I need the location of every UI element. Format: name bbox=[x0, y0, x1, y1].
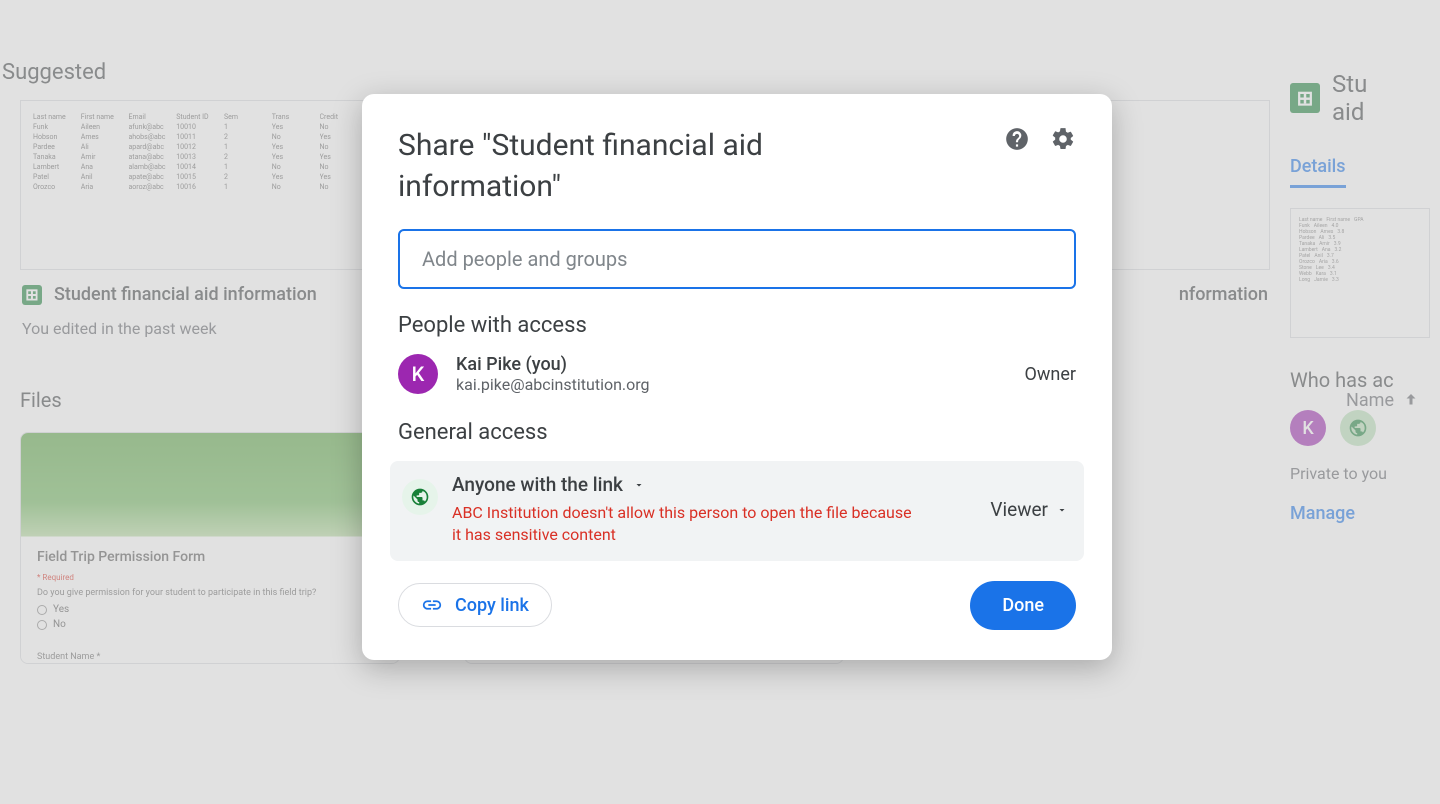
permission-value: Viewer bbox=[990, 498, 1048, 521]
globe-icon bbox=[402, 479, 438, 515]
done-button[interactable]: Done bbox=[970, 581, 1076, 630]
person-name: Kai Pike (you) bbox=[456, 354, 1025, 375]
general-access-value: Anyone with the link bbox=[452, 473, 623, 496]
general-access-heading: General access bbox=[398, 420, 1076, 445]
gear-icon[interactable] bbox=[1050, 126, 1076, 152]
chevron-down-icon bbox=[1056, 504, 1068, 516]
people-with-access-heading: People with access bbox=[398, 313, 1076, 338]
general-access-row: Anyone with the link ABC Institution doe… bbox=[390, 461, 1084, 561]
copy-link-label: Copy link bbox=[455, 595, 529, 616]
link-icon bbox=[421, 594, 443, 616]
avatar: K bbox=[398, 354, 438, 394]
permission-dropdown[interactable]: Viewer bbox=[990, 498, 1068, 521]
person-role: Owner bbox=[1025, 364, 1077, 385]
help-icon[interactable] bbox=[1004, 126, 1030, 152]
person-row: K Kai Pike (you) kai.pike@abcinstitution… bbox=[398, 354, 1076, 394]
person-email: kai.pike@abcinstitution.org bbox=[456, 375, 1025, 394]
copy-link-button[interactable]: Copy link bbox=[398, 583, 552, 627]
chevron-down-icon bbox=[633, 479, 645, 491]
share-dialog: Share "Student financial aid information… bbox=[362, 94, 1112, 660]
dlp-warning-text: ABC Institution doesn't allow this perso… bbox=[452, 502, 912, 547]
add-people-input[interactable] bbox=[398, 229, 1076, 289]
general-access-dropdown[interactable]: Anyone with the link bbox=[452, 473, 990, 496]
dialog-title: Share "Student financial aid information… bbox=[398, 126, 878, 207]
